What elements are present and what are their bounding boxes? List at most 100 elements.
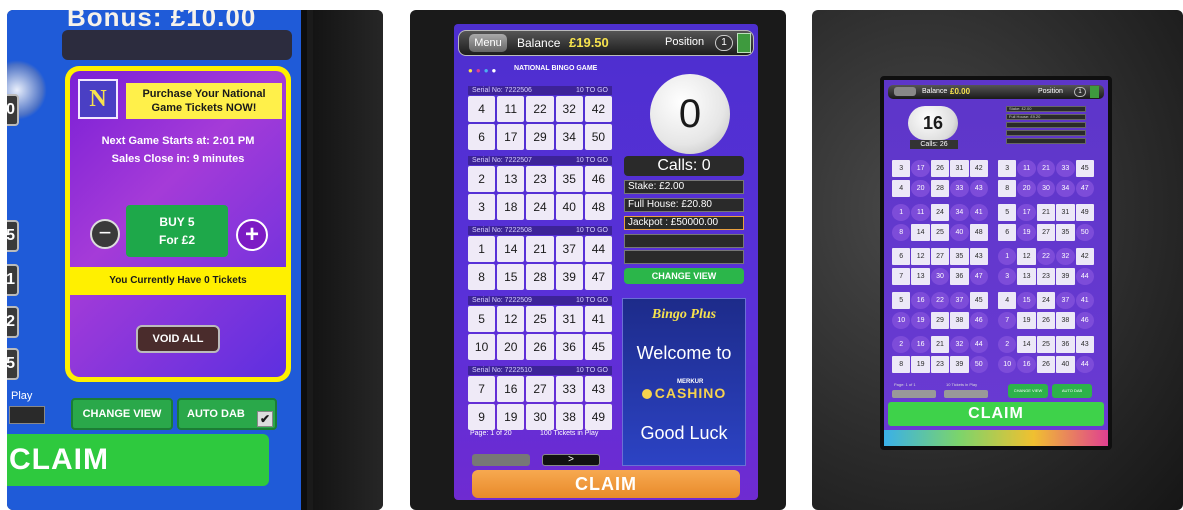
change-view-button[interactable]: CHANGE VIEW xyxy=(71,398,173,430)
ticket-number-cell[interactable]: 46 xyxy=(584,166,612,192)
ticket-number-cell[interactable]: 4 xyxy=(892,179,911,197)
ticket-number-cell[interactable]: 4 xyxy=(998,292,1017,309)
change-view-button[interactable]: CHANGE VIEW xyxy=(1008,384,1048,398)
dabbed-number-cell[interactable]: 7 xyxy=(998,311,1017,329)
ticket-number-cell[interactable]: 36 xyxy=(1056,336,1075,353)
ticket-number-cell[interactable]: 47 xyxy=(584,264,612,290)
checkbox-checked-icon[interactable]: ✔ xyxy=(257,411,273,427)
dabbed-number-cell[interactable]: 44 xyxy=(1075,355,1094,373)
dabbed-number-cell[interactable]: 44 xyxy=(1075,267,1094,285)
dabbed-number-cell[interactable]: 33 xyxy=(1056,160,1075,177)
ticket-number-cell[interactable]: 41 xyxy=(584,306,612,332)
ticket-number-cell[interactable]: 11 xyxy=(497,96,525,122)
ticket-number-cell[interactable]: 16 xyxy=(497,376,525,402)
ticket-number-cell[interactable]: 12 xyxy=(1017,248,1036,265)
ticket-number-cell[interactable]: 8 xyxy=(468,264,496,290)
ticket-number-cell[interactable]: 44 xyxy=(584,236,612,262)
dabbed-number-cell[interactable]: 46 xyxy=(1075,311,1094,329)
buy-tickets-button[interactable]: BUY 5 For £2 xyxy=(126,205,228,257)
dabbed-number-cell[interactable]: 32 xyxy=(950,336,969,353)
ticket-number-cell[interactable]: 6 xyxy=(892,248,911,265)
ticket-number-cell[interactable]: 2 xyxy=(468,166,496,192)
dabbed-number-cell[interactable]: 22 xyxy=(1036,248,1056,265)
ticket-number-cell[interactable]: 14 xyxy=(1017,336,1036,353)
decrease-tickets-button[interactable]: − xyxy=(90,219,120,249)
menu-button[interactable]: Menu xyxy=(469,34,507,52)
dabbed-number-cell[interactable]: 34 xyxy=(1056,179,1075,197)
dabbed-number-cell[interactable]: 8 xyxy=(892,223,911,241)
dabbed-number-cell[interactable]: 20 xyxy=(1017,179,1036,197)
ticket-number-cell[interactable]: 26 xyxy=(526,334,554,360)
dabbed-number-cell[interactable]: 2 xyxy=(998,336,1017,353)
previous-page-button[interactable] xyxy=(472,454,530,466)
ticket-number-cell[interactable]: 8 xyxy=(998,179,1017,197)
ticket-number-cell[interactable]: 38 xyxy=(1056,311,1075,329)
dabbed-number-cell[interactable]: 43 xyxy=(969,179,988,197)
ticket-number-cell[interactable]: 20 xyxy=(497,334,525,360)
ticket-number-cell[interactable]: 37 xyxy=(555,236,583,262)
ticket-number-cell[interactable]: 36 xyxy=(555,334,583,360)
dabbed-number-cell[interactable]: 21 xyxy=(1036,160,1056,177)
dabbed-number-cell[interactable]: 41 xyxy=(969,204,988,221)
dabbed-number-cell[interactable]: 47 xyxy=(969,267,988,285)
side-button-1[interactable]: 0 xyxy=(7,94,19,126)
ticket-number-cell[interactable]: 26 xyxy=(1036,311,1056,329)
ticket-number-cell[interactable]: 18 xyxy=(497,194,525,220)
ticket-number-cell[interactable]: 13 xyxy=(497,166,525,192)
ticket-number-cell[interactable]: 45 xyxy=(1075,160,1094,177)
ticket-number-cell[interactable]: 24 xyxy=(930,204,950,221)
ticket-number-cell[interactable]: 25 xyxy=(526,306,554,332)
ticket-number-cell[interactable]: 6 xyxy=(998,223,1017,241)
dabbed-number-cell[interactable]: 30 xyxy=(1036,179,1056,197)
ticket-number-cell[interactable]: 21 xyxy=(1036,204,1056,221)
ticket-number-cell[interactable]: 8 xyxy=(892,355,911,373)
ticket-number-cell[interactable]: 13 xyxy=(1017,267,1036,285)
ticket-number-cell[interactable]: 23 xyxy=(526,166,554,192)
ticket-number-cell[interactable]: 35 xyxy=(950,248,969,265)
ticket-number-cell[interactable]: 49 xyxy=(584,404,612,430)
dabbed-number-cell[interactable]: 10 xyxy=(892,311,911,329)
ticket-number-cell[interactable]: 12 xyxy=(911,248,930,265)
dabbed-number-cell[interactable]: 15 xyxy=(1017,292,1036,309)
previous-page-button[interactable] xyxy=(892,390,936,398)
ticket-number-cell[interactable]: 6 xyxy=(468,124,496,150)
dabbed-number-cell[interactable]: 19 xyxy=(1017,223,1036,241)
ticket-number-cell[interactable]: 27 xyxy=(526,376,554,402)
ticket-number-cell[interactable]: 19 xyxy=(497,404,525,430)
ticket-number-cell[interactable]: 23 xyxy=(930,355,950,373)
side-button-2[interactable]: 5 xyxy=(7,220,19,252)
ticket-number-cell[interactable]: 1 xyxy=(468,236,496,262)
dabbed-number-cell[interactable]: 17 xyxy=(1017,204,1036,221)
dabbed-number-cell[interactable]: 50 xyxy=(969,355,988,373)
dabbed-number-cell[interactable]: 3 xyxy=(998,267,1017,285)
ticket-number-cell[interactable]: 28 xyxy=(526,264,554,290)
ticket-number-cell[interactable]: 3 xyxy=(998,160,1017,177)
dabbed-number-cell[interactable]: 11 xyxy=(1017,160,1036,177)
dabbed-number-cell[interactable]: 50 xyxy=(1075,223,1094,241)
ticket-number-cell[interactable]: 43 xyxy=(969,248,988,265)
ticket-number-cell[interactable]: 13 xyxy=(911,267,930,285)
ticket-number-cell[interactable]: 31 xyxy=(555,306,583,332)
ticket-number-cell[interactable]: 48 xyxy=(584,194,612,220)
ticket-number-cell[interactable]: 30 xyxy=(526,404,554,430)
ticket-number-cell[interactable]: 5 xyxy=(998,204,1017,221)
menu-button[interactable] xyxy=(894,87,916,96)
dabbed-number-cell[interactable]: 32 xyxy=(1056,248,1075,265)
ticket-number-cell[interactable]: 38 xyxy=(555,404,583,430)
ticket-number-cell[interactable]: 27 xyxy=(930,248,950,265)
dabbed-number-cell[interactable]: 1 xyxy=(892,204,911,221)
dabbed-number-cell[interactable]: 30 xyxy=(930,267,950,285)
ticket-number-cell[interactable]: 19 xyxy=(911,355,930,373)
ticket-number-cell[interactable]: 15 xyxy=(497,264,525,290)
ticket-number-cell[interactable]: 38 xyxy=(950,311,969,329)
dabbed-number-cell[interactable]: 37 xyxy=(950,292,969,309)
ticket-number-cell[interactable]: 21 xyxy=(930,336,950,353)
ticket-number-cell[interactable]: 36 xyxy=(950,267,969,285)
dabbed-number-cell[interactable]: 33 xyxy=(950,179,969,197)
change-view-button[interactable]: CHANGE VIEW xyxy=(624,268,744,284)
claim-button[interactable]: CLAIM xyxy=(7,434,269,486)
dabbed-number-cell[interactable]: 16 xyxy=(911,336,930,353)
void-all-button[interactable]: VOID ALL xyxy=(136,325,220,353)
dabbed-number-cell[interactable]: 17 xyxy=(911,160,930,177)
ticket-number-cell[interactable]: 3 xyxy=(468,194,496,220)
